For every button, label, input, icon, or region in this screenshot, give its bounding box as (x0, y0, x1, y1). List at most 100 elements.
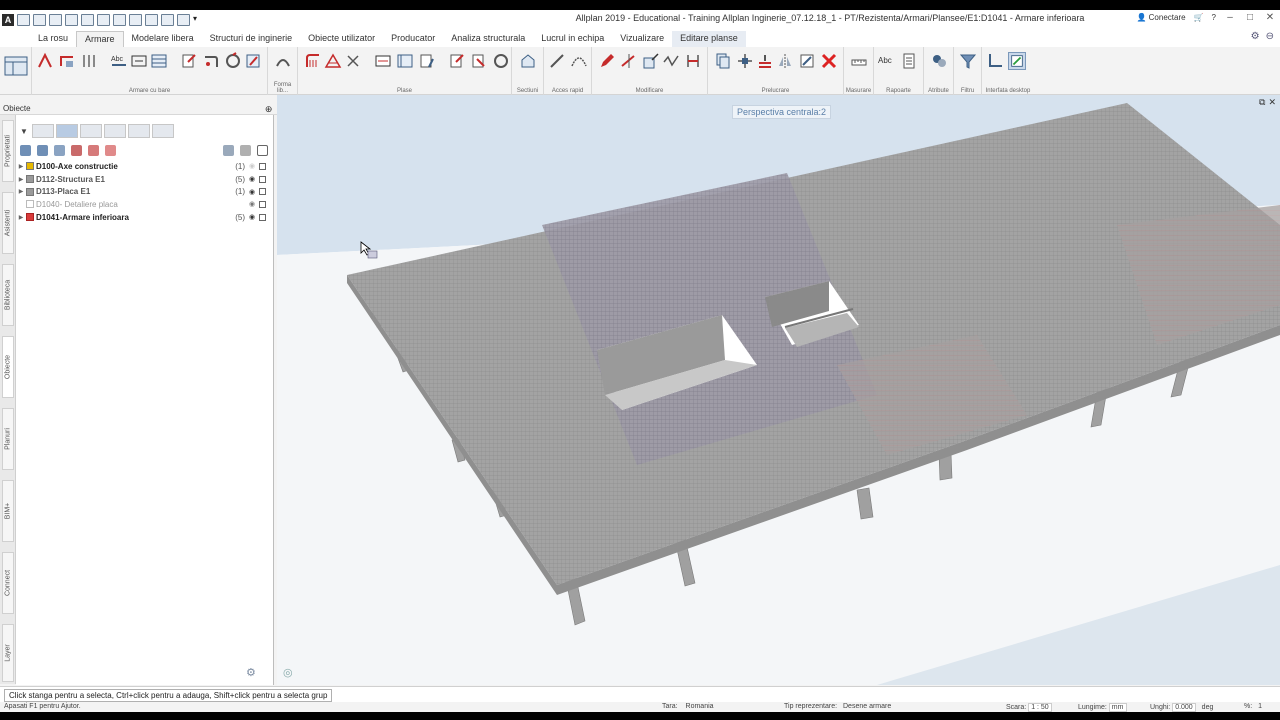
angle-value[interactable]: 0.000 (1172, 703, 1196, 712)
tab-analiza-structurala[interactable]: Analiza structurala (443, 31, 533, 47)
open-icon[interactable] (33, 13, 46, 26)
wave-icon[interactable] (662, 52, 680, 70)
refresh-icon[interactable] (145, 13, 158, 26)
group-icon[interactable] (54, 144, 65, 156)
mesh-edit-icon[interactable] (448, 52, 466, 70)
tools-icon[interactable] (177, 13, 190, 26)
side-tab-proprietati[interactable]: Proprietati (2, 120, 14, 182)
collapse-chevron-icon[interactable]: ▼ (20, 127, 30, 136)
tab-structuri-de-inginerie[interactable]: Structuri de inginerie (202, 31, 301, 47)
redo-icon[interactable] (113, 13, 126, 26)
trim-icon[interactable] (684, 52, 702, 70)
3d-viewport[interactable]: Perspectiva centrala:2 ⧉ ✕ ◎ (277, 95, 1280, 685)
new-icon[interactable] (17, 13, 30, 26)
attributes-icon[interactable] (930, 52, 948, 70)
row-checkbox[interactable] (259, 175, 266, 183)
rotate-icon[interactable] (756, 52, 774, 70)
stretch-icon[interactable] (642, 52, 660, 70)
row-checkbox[interactable] (259, 162, 266, 170)
tab-modelare-libera[interactable]: Modelare libera (124, 31, 202, 47)
mesh-rotate-icon[interactable] (492, 52, 510, 70)
tree-row[interactable]: D1040- Detaliere placa ◉ (16, 198, 274, 211)
select-all-checkbox[interactable] (257, 144, 268, 156)
side-tab-layer[interactable]: Layer (2, 624, 14, 682)
tree-row[interactable]: ▶ D100-Axe constructie (1) ◉ (16, 160, 274, 173)
view-drawing-files-icon[interactable] (32, 124, 54, 138)
panel-settings-gear-icon[interactable]: ⚙ (246, 666, 256, 679)
connect-link[interactable]: 👤 Conectare (1136, 13, 1185, 22)
pencil-icon[interactable] (598, 52, 616, 70)
project-explorer-icon[interactable] (3, 54, 29, 80)
view-objects-icon[interactable] (56, 124, 78, 138)
mesh-place-icon[interactable] (304, 52, 322, 70)
close-button[interactable]: ✕ (1264, 12, 1276, 23)
cart-icon[interactable]: 🛒 (1194, 13, 1204, 22)
repr-value[interactable]: Desene armare (843, 703, 891, 710)
view-layers-icon[interactable] (80, 124, 102, 138)
view-tags-icon[interactable] (152, 124, 174, 138)
undo-icon[interactable] (97, 13, 110, 26)
filter-icon[interactable] (959, 52, 977, 70)
side-tab-planuri[interactable]: Planuri (2, 408, 14, 470)
tab-la-rosu[interactable]: La rosu (30, 31, 76, 47)
expand-arrow-icon[interactable]: ▶ (16, 176, 26, 183)
rebar-shape-icon[interactable] (58, 52, 76, 70)
copy-icon[interactable] (714, 52, 732, 70)
side-tab-connect[interactable]: Connect (2, 552, 14, 614)
viewport-close-icon[interactable]: ✕ (1268, 97, 1276, 108)
side-tab-asistenti[interactable]: Asistenti (2, 192, 14, 254)
visibility-icon[interactable]: ◉ (245, 188, 259, 196)
window-icon[interactable] (161, 13, 174, 26)
allplan-logo-icon[interactable]: A (2, 13, 14, 26)
rebar-rotate-icon[interactable] (224, 52, 242, 70)
scale-value[interactable]: 1 : 50 (1028, 703, 1052, 712)
move-icon[interactable] (736, 52, 754, 70)
view-materials-icon[interactable] (128, 124, 150, 138)
freeform-icon[interactable] (274, 52, 292, 70)
row-checkbox[interactable] (259, 200, 266, 208)
undo-visibility-icon[interactable] (240, 144, 251, 156)
row-checkbox[interactable] (259, 213, 266, 221)
bar-schedule-icon[interactable] (150, 52, 168, 70)
visibility-icon[interactable]: ◉ (245, 200, 259, 208)
visibility-icon[interactable]: ◉ (245, 175, 259, 183)
mesh-label-icon[interactable] (374, 52, 392, 70)
save-icon[interactable] (49, 13, 62, 26)
tab-armare[interactable]: Armare (76, 31, 124, 47)
tab-lucrul-in-echipa[interactable]: Lucrul in echipa (533, 31, 612, 47)
measure-icon[interactable] (850, 52, 868, 70)
tree-row[interactable]: ▶ D1041-Armare inferioara (5) ◉ (16, 211, 274, 224)
mesh-schedule-icon[interactable] (396, 52, 414, 70)
report-icon[interactable] (900, 52, 918, 70)
navigation-icon[interactable]: ◎ (283, 666, 293, 679)
row-checkbox[interactable] (259, 188, 266, 196)
mesh-modify-icon[interactable] (418, 52, 436, 70)
settings-icon[interactable]: ⚙ (1251, 31, 1260, 42)
dimension-icon[interactable] (130, 52, 148, 70)
label-abc-icon[interactable]: Abc (110, 52, 128, 70)
expand-arrow-icon[interactable]: ▶ (16, 163, 26, 170)
mesh-area-icon[interactable] (324, 52, 342, 70)
sort-icon[interactable] (71, 144, 82, 156)
rebar-edit-icon[interactable] (180, 52, 198, 70)
restore-icon[interactable]: ⧉ (1259, 97, 1265, 108)
split-icon[interactable] (620, 52, 638, 70)
line-icon[interactable] (548, 52, 566, 70)
mesh-line-icon[interactable] (344, 52, 362, 70)
maximize-button[interactable]: □ (1244, 12, 1256, 23)
tab-producator[interactable]: Producator (383, 31, 443, 47)
help-icon[interactable]: ? (1212, 13, 1216, 22)
percent-value[interactable]: 1 (1258, 703, 1262, 710)
side-tab-obiecte[interactable]: Obiecte (2, 336, 14, 398)
tab-editare-planse[interactable]: Editare planse (672, 31, 746, 47)
mirror-icon[interactable] (776, 52, 794, 70)
print-icon[interactable] (81, 13, 94, 26)
side-tab-biblioteca[interactable]: Biblioteca (2, 264, 14, 326)
collapse-all-icon[interactable] (37, 144, 48, 156)
spline-icon[interactable] (570, 52, 588, 70)
tree-row[interactable]: ▶ D112-Structura E1 (5) ◉ (16, 173, 274, 186)
visibility-icon[interactable]: ◉ (245, 162, 259, 170)
rebar-bend-icon[interactable] (202, 52, 220, 70)
minimize-button[interactable]: – (1224, 12, 1236, 23)
rebar-grid-icon[interactable] (80, 52, 98, 70)
